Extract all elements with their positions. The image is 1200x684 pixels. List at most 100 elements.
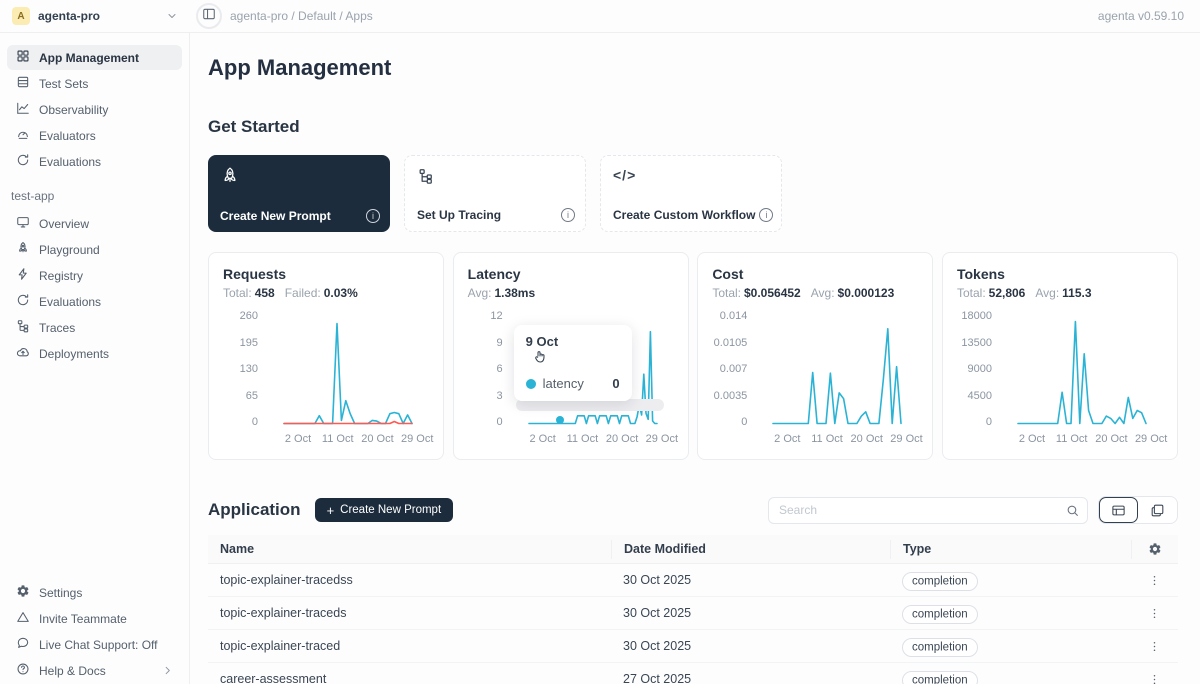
triangle-icon — [16, 610, 30, 627]
row-menu-button[interactable] — [1148, 640, 1161, 653]
sidebar-item-label: Registry — [39, 269, 83, 283]
x-tick-label: 20 Oct — [606, 433, 638, 445]
x-tick-label: 11 Oct — [322, 433, 354, 445]
requests-chart-card: Requests Total:458 Failed:0.03% 26019513… — [208, 252, 444, 460]
sidebar-item-help-docs[interactable]: Help & Docs — [7, 658, 182, 683]
chevron-down-icon — [166, 10, 178, 22]
tooltip-value: 0 — [612, 376, 619, 391]
breadcrumb[interactable]: agenta-pro / Default / Apps — [230, 9, 373, 23]
set-up-tracing-card[interactable]: Set Up Tracing i — [404, 155, 586, 232]
sidebar-item-observability[interactable]: Observability — [7, 97, 182, 122]
bolt-icon — [16, 267, 30, 284]
sidebar-collapse-button[interactable] — [196, 3, 222, 29]
y-tick-label: 18000 — [961, 310, 992, 322]
chart-title: Requests — [223, 266, 429, 282]
sidebar-item-deployments[interactable]: Deployments — [7, 341, 182, 366]
card-label: Create Custom Workflow — [613, 208, 755, 222]
main-content: App Management Get Started Create New Pr… — [190, 33, 1200, 684]
row-menu-button[interactable] — [1148, 673, 1161, 684]
y-tick-label: 65 — [246, 390, 258, 402]
sidebar-item-label: Invite Teammate — [39, 612, 127, 626]
chat-bubble-icon — [16, 636, 30, 653]
sidebar-item-label: App Management — [39, 51, 139, 65]
table-row[interactable]: topic-explainer-traced 30 Oct 2025 compl… — [208, 630, 1178, 663]
table-row[interactable]: topic-explainer-traceds 30 Oct 2025 comp… — [208, 597, 1178, 630]
app-name: topic-explainer-traced — [208, 639, 611, 653]
y-tick-label: 0 — [741, 416, 747, 428]
create-custom-workflow-card[interactable]: </> Create Custom Workflow i — [600, 155, 782, 232]
x-tick-label: 11 Oct — [1056, 433, 1088, 445]
sidebar-item-label: Traces — [39, 321, 75, 335]
gear-icon[interactable] — [1148, 542, 1162, 556]
x-tick-label: 2 Oct — [285, 433, 311, 445]
y-tick-label: 0 — [252, 416, 258, 428]
search-input[interactable] — [779, 503, 1066, 517]
app-name: topic-explainer-traceds — [208, 606, 611, 620]
table-view-button[interactable] — [1099, 497, 1138, 523]
date-modified: 30 Oct 2025 — [611, 606, 890, 620]
column-header-actions — [1131, 540, 1178, 559]
column-header-name[interactable]: Name — [208, 542, 611, 556]
monitor-icon — [16, 215, 30, 232]
requests-plot: 260195130650 — [223, 310, 429, 428]
y-tick-label: 0.007 — [720, 363, 748, 375]
workspace-name: agenta-pro — [38, 9, 158, 23]
gauge-icon — [16, 127, 30, 144]
x-tick-label: 20 Oct — [1095, 433, 1127, 445]
x-tick-label: 11 Oct — [567, 433, 599, 445]
sidebar-item-traces[interactable]: Traces — [7, 315, 182, 340]
sidebar-item-test-sets[interactable]: Test Sets — [7, 71, 182, 96]
column-header-type[interactable]: Type — [890, 540, 1131, 559]
sidebar-item-registry[interactable]: Registry — [7, 263, 182, 288]
flow-icon — [417, 167, 575, 186]
sidebar-item-invite-teammate[interactable]: Invite Teammate — [7, 606, 182, 631]
info-icon[interactable]: i — [561, 208, 575, 222]
stat: Total:458 — [223, 286, 275, 300]
sidebar-item-app-evaluations[interactable]: Evaluations — [7, 289, 182, 314]
sidebar-item-label: Live Chat Support: Off — [39, 638, 158, 652]
applications-table: Name Date Modified Type topic-explainer-… — [208, 535, 1178, 684]
card-label: Set Up Tracing — [417, 208, 501, 222]
stat: Total:52,806 — [957, 286, 1025, 300]
tooltip-series: latency — [543, 376, 584, 391]
row-menu-button[interactable] — [1148, 607, 1161, 620]
sidebar-item-overview[interactable]: Overview — [7, 211, 182, 236]
sidebar-item-label: Evaluators — [39, 129, 96, 143]
x-tick-label: 2 Oct — [1019, 433, 1045, 445]
cost-chart-card: Cost Total:$0.056452 Avg:$0.000123 0.014… — [697, 252, 933, 460]
create-new-prompt-button[interactable]: + Create New Prompt — [315, 498, 454, 522]
y-tick-label: 130 — [240, 363, 258, 375]
info-icon[interactable]: i — [759, 208, 773, 222]
tokens-line-chart — [1016, 313, 1150, 425]
search-box[interactable] — [768, 497, 1088, 524]
card-view-button[interactable] — [1138, 497, 1177, 523]
table-header: Name Date Modified Type — [208, 535, 1178, 564]
create-new-prompt-card[interactable]: Create New Prompt i — [208, 155, 390, 232]
create-button-label: Create New Prompt — [340, 504, 441, 516]
app-version: agenta v0.59.10 — [1098, 9, 1200, 23]
type-badge: completion — [902, 638, 978, 657]
sidebar-item-live-chat[interactable]: Live Chat Support: Off — [7, 632, 182, 657]
info-icon[interactable]: i — [366, 209, 380, 223]
sidebar-item-evaluations[interactable]: Evaluations — [7, 149, 182, 174]
column-header-date-modified[interactable]: Date Modified — [611, 540, 890, 559]
sidebar-item-settings[interactable]: Settings — [7, 580, 182, 605]
workspace-selector[interactable]: A agenta-pro — [0, 7, 190, 25]
sidebar-item-playground[interactable]: Playground — [7, 237, 182, 262]
sidebar-item-evaluators[interactable]: Evaluators — [7, 123, 182, 148]
table-row[interactable]: topic-explainer-tracedss 30 Oct 2025 com… — [208, 564, 1178, 597]
rocket-icon — [16, 241, 30, 258]
sidebar-item-app-management[interactable]: App Management — [7, 45, 182, 70]
x-tick-label: 2 Oct — [530, 433, 556, 445]
x-tick-label: 29 Oct — [401, 433, 433, 445]
chart-title: Latency — [468, 266, 674, 282]
type-cell: completion — [890, 639, 1131, 653]
x-tick-label: 11 Oct — [811, 433, 843, 445]
tokens-plot: 1800013500900045000 — [957, 310, 1163, 428]
row-menu-button[interactable] — [1148, 574, 1161, 587]
app-name: career-assessment — [208, 672, 611, 684]
search-icon[interactable] — [1066, 504, 1079, 517]
code-icon: </> — [613, 167, 771, 183]
hover-point — [556, 416, 564, 424]
table-row[interactable]: career-assessment 27 Oct 2025 completion — [208, 663, 1178, 684]
